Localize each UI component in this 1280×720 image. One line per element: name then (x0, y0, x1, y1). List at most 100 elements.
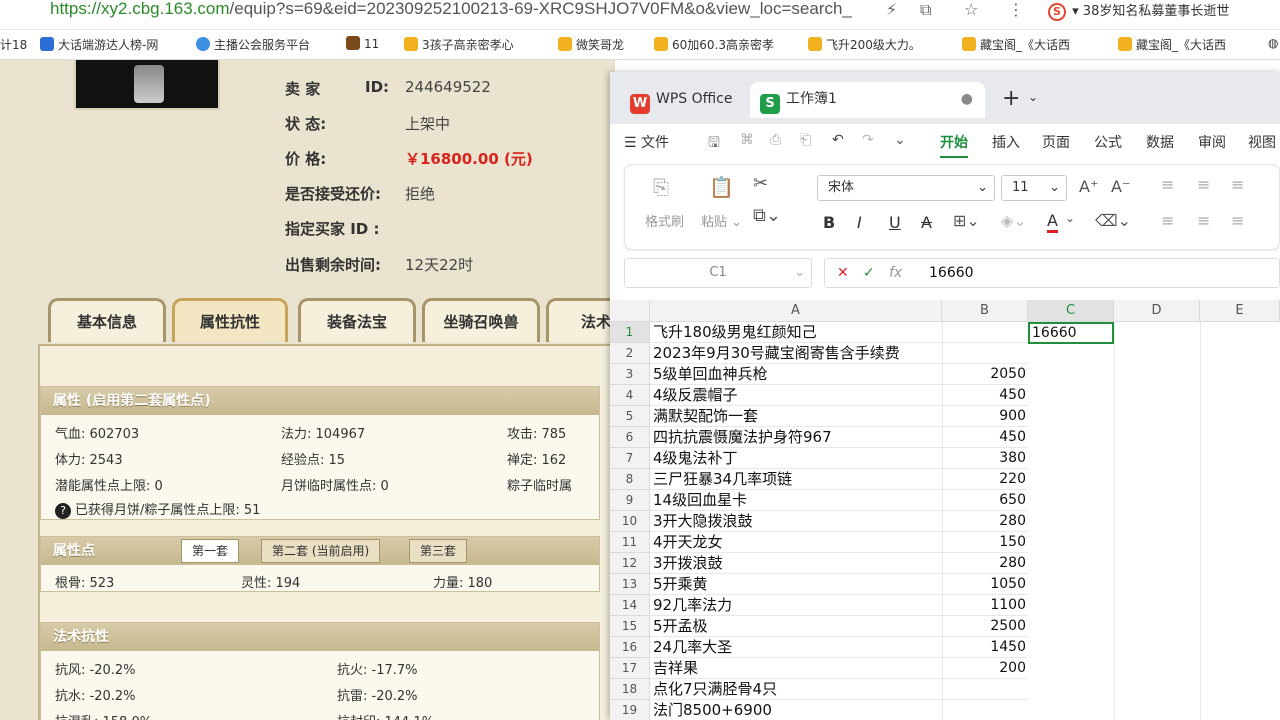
cell-a[interactable]: 5开乘黄 (650, 574, 942, 595)
print-icon[interactable]: ⎙ (770, 132, 781, 148)
row-header[interactable]: 14 (610, 595, 650, 616)
col-header-b[interactable]: B (942, 300, 1028, 322)
cell-b[interactable] (942, 700, 1028, 720)
format-painter-icon[interactable]: ⎘ (653, 175, 669, 199)
share-icon[interactable]: ⧉ (920, 0, 931, 20)
name-box[interactable]: C1 ⌄ (624, 258, 812, 288)
cell-b[interactable]: 650 (942, 490, 1028, 511)
cell-a[interactable]: 吉祥果 (650, 658, 942, 679)
font-size-select[interactable]: 11 ⌄ (1001, 175, 1067, 201)
align-bottom-icon[interactable]: ≡ (1231, 175, 1244, 194)
more-chevron-icon[interactable]: ⌄ (894, 132, 906, 148)
border-icon[interactable]: ⊞⌄ (953, 211, 980, 230)
row-header[interactable]: 7 (610, 448, 650, 469)
row-header[interactable]: 19 (610, 700, 650, 720)
menu-page[interactable]: 页面 (1042, 132, 1070, 152)
cell-a[interactable]: 3开拨浪鼓 (650, 553, 942, 574)
tab-wps-office[interactable]: W WPS Office (620, 82, 748, 118)
news-ticker[interactable]: S ▾ 38岁知名私募董事长逝世 (1048, 0, 1229, 21)
corner-cell[interactable] (610, 300, 650, 322)
confirm-icon[interactable]: ✓ (863, 265, 875, 281)
menu-file[interactable]: ☰ 文件 (624, 132, 669, 152)
menu-data[interactable]: 数据 (1146, 132, 1174, 152)
address-bar[interactable]: https://xy2.cbg.163.com/equip?s=69&eid=2… (0, 0, 1280, 30)
row-header[interactable]: 2 (610, 343, 650, 364)
paste-icon[interactable]: 📋 (709, 175, 734, 199)
cell-a[interactable]: 14级回血星卡 (650, 490, 942, 511)
tab-basic-info[interactable]: 基本信息 (48, 298, 166, 342)
help-icon[interactable]: ? (55, 503, 71, 519)
cell-b[interactable]: 280 (942, 511, 1028, 532)
align-center-icon[interactable]: ≡ (1197, 211, 1210, 230)
row-header[interactable]: 12 (610, 553, 650, 574)
cell-b[interactable]: 1450 (942, 637, 1028, 658)
cell-a[interactable]: 2023年9月30号藏宝阁寄售含手续费 (650, 343, 942, 364)
cell-a[interactable]: 4级鬼法补丁 (650, 448, 942, 469)
unsaved-dot-icon[interactable]: ● (961, 82, 973, 116)
cell-a[interactable]: 点化7只满胫骨4只 (650, 679, 942, 700)
menu-formula[interactable]: 公式 (1094, 132, 1122, 152)
chevron-down-icon[interactable]: ⌄ (1065, 211, 1075, 225)
col-header-d[interactable]: D (1114, 300, 1200, 322)
menu-view[interactable]: 视图 (1248, 132, 1276, 152)
url-text[interactable]: https://xy2.cbg.163.com/equip?s=69&eid=2… (50, 0, 852, 18)
row-header[interactable]: 5 (610, 406, 650, 427)
cell-b[interactable] (942, 679, 1028, 700)
tab-list-chevron-icon[interactable]: ⌄ (1028, 90, 1038, 104)
globe-icon[interactable]: ◍ (1268, 36, 1278, 50)
cell-a[interactable]: 4级反震帽子 (650, 385, 942, 406)
font-select[interactable]: 宋体 ⌄ (817, 175, 995, 201)
bookmark-8[interactable]: 藏宝阁_《大话西 (1118, 36, 1226, 53)
menu-home[interactable]: 开始 (940, 132, 968, 158)
bold-icon[interactable]: B (823, 213, 835, 232)
points-tab-2[interactable]: 第二套 (当前启用) (261, 539, 381, 563)
bookmark-2[interactable]: 11 (346, 36, 379, 51)
cell-a[interactable]: 4开天龙女 (650, 532, 942, 553)
tab-equipment[interactable]: 装备法宝 (298, 298, 416, 342)
row-header[interactable]: 4 (610, 385, 650, 406)
row-header[interactable]: 3 (610, 364, 650, 385)
col-header-c[interactable]: C (1028, 300, 1114, 322)
selected-cell-c1[interactable]: 16660 (1028, 322, 1114, 344)
points-tab-1[interactable]: 第一套 (181, 539, 240, 563)
cell-a[interactable]: 三尸狂暴34几率项链 (650, 469, 942, 490)
undo-icon[interactable]: ↶ (832, 132, 844, 148)
cell-a[interactable]: 3开大隐拨浪鼓 (650, 511, 942, 532)
cell-a[interactable]: 满默契配饰一套 (650, 406, 942, 427)
cell-a[interactable]: 5级单回血神兵枪 (650, 364, 942, 385)
cell-b[interactable]: 220 (942, 469, 1028, 490)
cell-b[interactable]: 1050 (942, 574, 1028, 595)
row-header[interactable]: 9 (610, 490, 650, 511)
font-color-icon[interactable]: A (1047, 211, 1058, 233)
cell-b[interactable]: 280 (942, 553, 1028, 574)
row-header[interactable]: 16 (610, 637, 650, 658)
tab-attributes[interactable]: 属性抗性 (172, 298, 288, 342)
bookmark-1[interactable]: 主播公会服务平台 (196, 36, 310, 53)
row-header[interactable]: 18 (610, 679, 650, 700)
cell-b[interactable]: 900 (942, 406, 1028, 427)
link-icon[interactable]: ⌘ (740, 132, 754, 148)
cell-b[interactable]: 450 (942, 385, 1028, 406)
format-painter-button[interactable]: 格式刷 (645, 211, 684, 230)
bookmark-0[interactable]: 大话端游达人榜-网 (40, 36, 158, 53)
cell-b[interactable]: 200 (942, 658, 1028, 679)
align-right-icon[interactable]: ≡ (1231, 211, 1244, 230)
align-left-icon[interactable]: ≡ (1161, 211, 1174, 230)
align-middle-icon[interactable]: ≡ (1197, 175, 1210, 194)
row-header[interactable]: 15 (610, 616, 650, 637)
italic-icon[interactable]: I (857, 213, 862, 232)
row-header[interactable]: 13 (610, 574, 650, 595)
row-header[interactable]: 11 (610, 532, 650, 553)
paste-button[interactable]: 粘贴 ⌄ (701, 211, 742, 230)
tab-spells[interactable]: 法术 (546, 298, 615, 342)
row-header[interactable]: 6 (610, 427, 650, 448)
cell-a[interactable]: 5开孟极 (650, 616, 942, 637)
strikethrough-icon[interactable]: A (921, 213, 932, 232)
new-tab-icon[interactable]: + (1002, 86, 1020, 111)
preview-icon[interactable]: ⎗ (800, 132, 811, 148)
bookmark-7[interactable]: 藏宝阁_《大话西 (962, 36, 1070, 53)
cell-a[interactable]: 24几率大圣 (650, 637, 942, 658)
row-header[interactable]: 8 (610, 469, 650, 490)
cell-b[interactable] (942, 343, 1028, 364)
row-header[interactable]: 17 (610, 658, 650, 679)
